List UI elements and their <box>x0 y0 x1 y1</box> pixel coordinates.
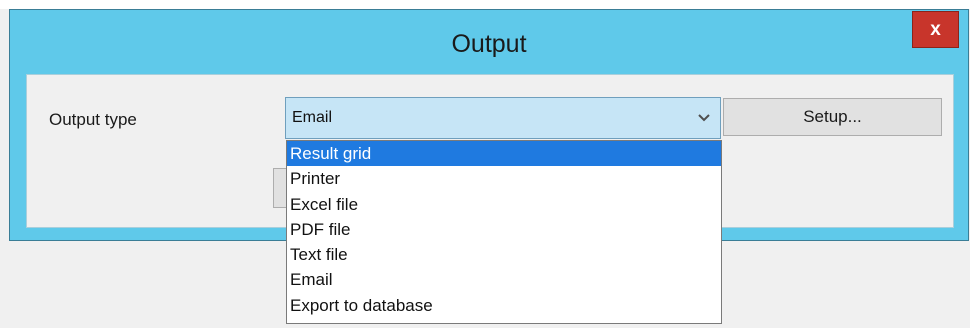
output-type-label: Output type <box>49 110 137 129</box>
chevron-down-icon <box>698 114 710 122</box>
setup-button[interactable]: Setup... <box>723 98 942 136</box>
close-icon: x <box>930 19 941 40</box>
output-type-selected-value: Email <box>292 109 333 126</box>
output-type-dropdown-list: Result grid Printer Excel file PDF file … <box>286 140 722 324</box>
close-button[interactable]: x <box>912 11 959 48</box>
title-bar[interactable]: Output x <box>10 10 968 75</box>
output-type-select[interactable]: Email <box>285 97 721 139</box>
background-strip <box>0 0 970 9</box>
dropdown-option-pdf-file[interactable]: PDF file <box>287 217 721 242</box>
dropdown-option-printer[interactable]: Printer <box>287 166 721 191</box>
dropdown-option-excel-file[interactable]: Excel file <box>287 192 721 217</box>
dropdown-option-email[interactable]: Email <box>287 267 721 292</box>
dropdown-option-export-to-database[interactable]: Export to database <box>287 293 721 318</box>
dropdown-option-result-grid[interactable]: Result grid <box>287 141 721 167</box>
dropdown-option-text-file[interactable]: Text file <box>287 242 721 267</box>
dialog-title: Output <box>451 30 527 58</box>
